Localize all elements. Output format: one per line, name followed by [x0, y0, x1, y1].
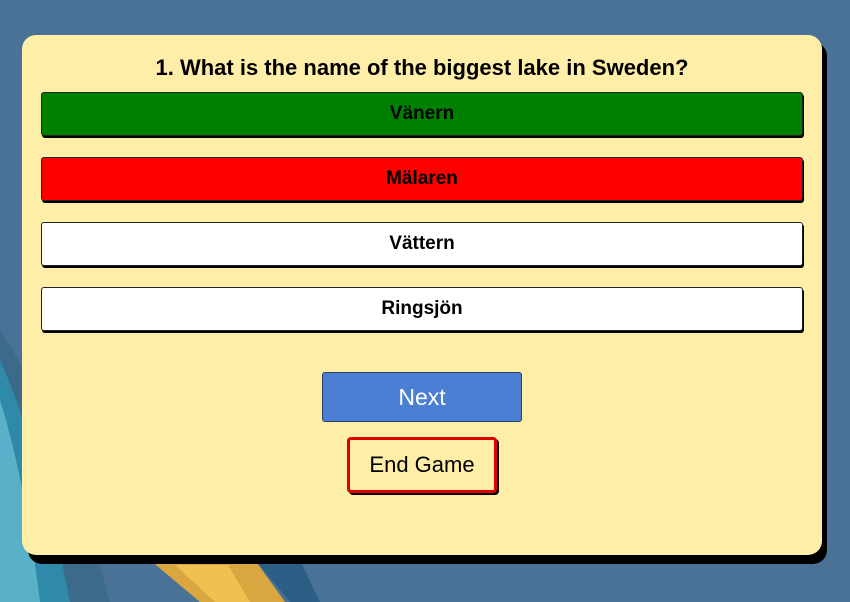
quiz-card: 1. What is the name of the biggest lake …: [22, 35, 822, 555]
question-text: 1. What is the name of the biggest lake …: [155, 55, 689, 80]
answer-option-2[interactable]: Mälaren: [41, 157, 803, 201]
next-button[interactable]: Next: [322, 372, 522, 422]
answer-option-1[interactable]: Vänern: [41, 92, 803, 136]
answer-option-3[interactable]: Vättern: [41, 222, 803, 266]
end-game-button[interactable]: End Game: [347, 437, 497, 493]
answer-option-4[interactable]: Ringsjön: [41, 287, 803, 331]
answer-list: Vänern Mälaren Vättern Ringsjön: [41, 92, 803, 352]
